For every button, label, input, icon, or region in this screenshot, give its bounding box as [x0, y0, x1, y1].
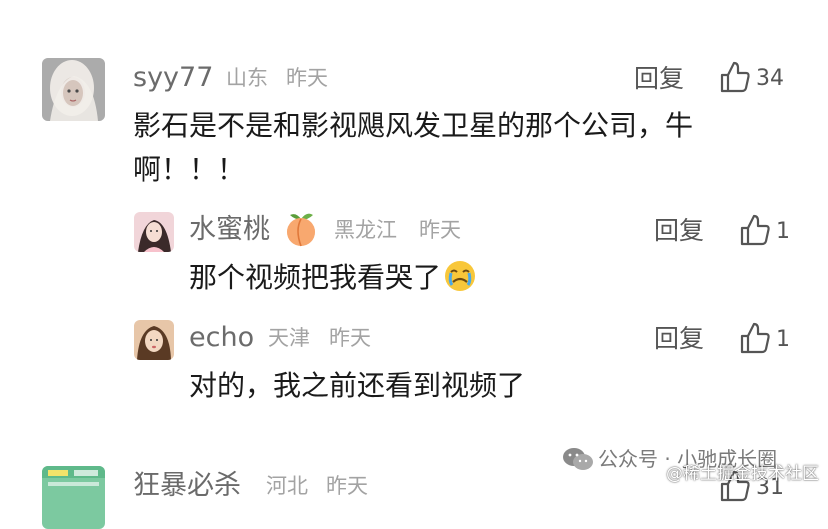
comment-time: 昨天	[326, 474, 368, 498]
avatar[interactable]	[134, 320, 174, 360]
comment-location: 河北	[266, 474, 308, 498]
comment-time: 昨天	[286, 66, 328, 90]
comment-time: 昨天	[329, 326, 371, 350]
thumbs-up-icon	[740, 214, 770, 250]
peach-emoji-icon	[282, 210, 320, 252]
avatar[interactable]	[134, 212, 174, 252]
like-count: 1	[776, 219, 790, 244]
reply-button[interactable]: 回复	[634, 66, 684, 91]
comment-content: 啊！！！	[133, 153, 246, 186]
username[interactable]: 水蜜桃	[189, 216, 270, 243]
reply-button[interactable]: 回复	[654, 218, 704, 243]
comment-location: 黑龙江	[334, 218, 397, 242]
like-button[interactable]: 1	[740, 322, 790, 358]
comment-content: 影石是不是和影视飓风发卫星的那个公司，牛	[133, 109, 694, 142]
comment-content: 那个视频把我看哭了	[189, 256, 477, 306]
watermark-site: @稀土掘金技术社区	[666, 464, 819, 484]
crying-face-emoji-icon	[443, 259, 477, 306]
reply-button[interactable]: 回复	[654, 326, 704, 351]
username[interactable]: echo	[189, 324, 254, 351]
thumbs-up-icon	[720, 61, 750, 97]
comment-content: 对的，我之前还看到视频了	[189, 369, 526, 402]
like-button[interactable]: 34	[720, 61, 784, 97]
thumbs-up-icon	[740, 322, 770, 358]
comment-time: 昨天	[419, 218, 461, 242]
comment-location: 山东	[226, 66, 268, 90]
username[interactable]: 狂暴必杀	[133, 472, 241, 499]
avatar[interactable]	[42, 58, 105, 121]
wechat-icon	[562, 446, 594, 476]
like-count: 1	[776, 327, 790, 352]
username[interactable]: syy77	[133, 64, 213, 91]
like-button[interactable]: 1	[740, 214, 790, 250]
like-count: 34	[756, 66, 784, 91]
comment-location: 天津	[268, 326, 310, 350]
avatar[interactable]	[42, 466, 105, 529]
